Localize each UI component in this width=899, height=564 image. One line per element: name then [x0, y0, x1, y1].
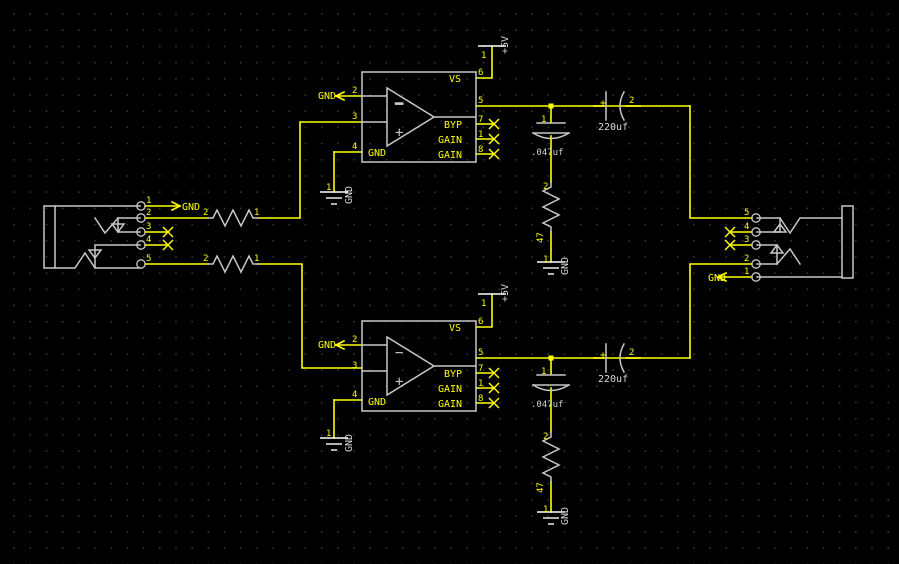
net-label-gnd: GND — [318, 340, 336, 351]
pin-label-byp: BYP — [444, 369, 462, 380]
pin-number: 1 — [543, 255, 548, 265]
noninverting-input-symbol: + — [395, 125, 403, 141]
pin-number: 2 — [203, 254, 208, 264]
pin-number: 1 — [146, 196, 151, 206]
net-label-gnd: GND — [708, 273, 726, 284]
cap-value: 220uf — [598, 374, 628, 385]
pin-number: 4 — [352, 390, 357, 400]
supply-label: +5V — [500, 284, 511, 302]
pin-number: 3 — [352, 361, 357, 371]
pin-number: 2 — [203, 208, 208, 218]
resistor-value: 47 — [536, 482, 546, 493]
schematic-canvas[interactable]: 1 2 3 4 5 GND 2 1 2 1 GND 2 3 4 GND VS 6… — [0, 0, 899, 564]
ground-label: GND — [344, 434, 355, 452]
pin-number: 5 — [146, 254, 151, 264]
pin-number: 4 — [352, 142, 357, 152]
cap-value: .047uf — [531, 148, 564, 158]
pin-number: 1 — [543, 505, 548, 515]
pin-number: 8 — [478, 145, 483, 155]
pin-number: 1 — [326, 429, 331, 439]
pin-number: 1 — [541, 367, 546, 377]
pin-number: 1 — [481, 299, 486, 309]
pin-number: 6 — [478, 68, 483, 78]
pin-number: 2 — [146, 208, 151, 218]
ground-label: GND — [560, 507, 571, 525]
pin-number: 5 — [478, 348, 483, 358]
pin-number: 8 — [478, 394, 483, 404]
noninverting-input-symbol: + — [395, 374, 403, 390]
pin-number: 2 — [543, 182, 548, 192]
pin-number: 1 — [744, 267, 749, 277]
pin-number: 1 — [254, 208, 259, 218]
pin-label-gnd: GND — [368, 148, 386, 159]
text-layer: 1 2 3 4 5 GND 2 1 2 1 GND 2 3 4 GND VS 6… — [146, 36, 749, 525]
pin-label-gnd: GND — [368, 397, 386, 408]
pin-number: 1 — [478, 130, 483, 140]
ground-label: GND — [344, 186, 355, 204]
pin-number: 2 — [543, 432, 548, 442]
pin-number: 2 — [352, 86, 357, 96]
net-label-gnd: GND — [182, 202, 200, 213]
pin-number: 2 — [352, 335, 357, 345]
pin-number: 3 — [146, 222, 151, 232]
pin-number: 2 — [629, 96, 634, 106]
pin-label-vs: VS — [449, 323, 461, 334]
pin-number: 2 — [629, 348, 634, 358]
inverting-input-symbol: − — [395, 345, 403, 361]
resistor-value: 47 — [536, 232, 546, 243]
pin-number: 1 — [481, 51, 486, 61]
pin-label-gain: GAIN — [438, 150, 462, 161]
pin-label-gain: GAIN — [438, 384, 462, 395]
supply-label: +5V — [500, 36, 511, 54]
pin-number: 5 — [744, 208, 749, 218]
pin-number: 7 — [478, 115, 483, 125]
pin-number: 4 — [146, 235, 151, 245]
pin-number: 1 — [254, 254, 259, 264]
cap-value: .047uf — [531, 400, 564, 410]
pin-number: 2 — [744, 254, 749, 264]
cap-value: 220uf — [598, 122, 628, 133]
pin-number: 3 — [744, 235, 749, 245]
pin-number: 1 — [541, 115, 546, 125]
pin-number: 1 — [326, 183, 331, 193]
pin-number: 4 — [744, 222, 749, 232]
pin-number: 6 — [478, 317, 483, 327]
cap-polarity: + — [600, 350, 606, 361]
pin-number: 1 — [478, 379, 483, 389]
pin-number: 3 — [352, 112, 357, 122]
pin-number: 7 — [478, 364, 483, 374]
pin-label-vs: VS — [449, 74, 461, 85]
pin-label-gain: GAIN — [438, 135, 462, 146]
net-label-gnd: GND — [318, 91, 336, 102]
pin-number: 5 — [478, 96, 483, 106]
cap-polarity: + — [600, 98, 606, 109]
inverting-input-symbol: − — [395, 96, 403, 112]
pin-label-gain: GAIN — [438, 399, 462, 410]
ground-label: GND — [560, 257, 571, 275]
pin-label-byp: BYP — [444, 120, 462, 131]
